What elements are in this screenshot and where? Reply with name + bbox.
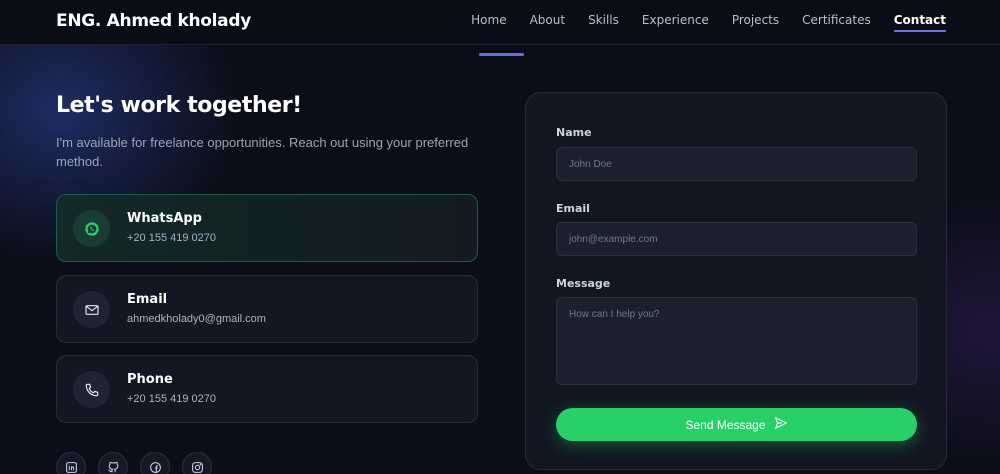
- name-label: Name: [556, 126, 592, 139]
- mail-icon: [73, 291, 110, 328]
- github-icon[interactable]: [98, 452, 128, 474]
- nav-link-projects[interactable]: Projects: [732, 13, 779, 27]
- name-input[interactable]: [556, 147, 917, 181]
- send-message-button[interactable]: Send Message: [556, 408, 917, 441]
- send-message-label: Send Message: [685, 417, 766, 432]
- email-title: Email: [127, 292, 168, 307]
- whatsapp-icon: [73, 210, 110, 247]
- top-navbar: ENG. Ahmed kholady Home About Skills Exp…: [0, 0, 1000, 45]
- email-input[interactable]: [556, 222, 917, 256]
- whatsapp-number: +20 155 419 0270: [127, 232, 217, 244]
- whatsapp-title: WhatsApp: [127, 211, 202, 226]
- brand-logo[interactable]: ENG. Ahmed kholady: [56, 11, 251, 31]
- nav-link-skills[interactable]: Skills: [588, 13, 619, 27]
- contact-form: Name Email Message Send Message: [525, 92, 947, 470]
- linkedin-icon[interactable]: [56, 452, 86, 474]
- section-indicator: [479, 53, 524, 56]
- email-label: Email: [556, 202, 590, 215]
- phone-card[interactable]: Phone +20 155 419 0270: [56, 355, 478, 423]
- phone-title: Phone: [127, 372, 173, 387]
- nav-link-home[interactable]: Home: [471, 13, 506, 27]
- contact-headline: Let's work together!: [56, 93, 302, 118]
- instagram-icon[interactable]: [182, 452, 212, 474]
- facebook-icon[interactable]: [140, 452, 170, 474]
- phone-number: +20 155 419 0270: [127, 393, 217, 405]
- nav-link-certificates[interactable]: Certificates: [802, 13, 871, 27]
- email-card[interactable]: Email ahmedkholady0@gmail.com: [56, 275, 478, 343]
- phone-icon: [73, 371, 110, 408]
- email-address: ahmedkholady0@gmail.com: [127, 313, 266, 325]
- social-links: [56, 452, 212, 474]
- whatsapp-card[interactable]: WhatsApp +20 155 419 0270: [56, 194, 478, 262]
- nav-link-about[interactable]: About: [530, 13, 565, 27]
- message-textarea[interactable]: [556, 297, 917, 385]
- nav-link-experience[interactable]: Experience: [642, 13, 709, 27]
- contact-subtext: I'm available for freelance opportunitie…: [56, 135, 469, 169]
- nav-link-contact[interactable]: Contact: [893, 13, 947, 32]
- message-label: Message: [556, 277, 611, 290]
- send-icon: [774, 416, 788, 433]
- nav-links: Home About Skills Experience Projects Ce…: [448, 13, 947, 32]
